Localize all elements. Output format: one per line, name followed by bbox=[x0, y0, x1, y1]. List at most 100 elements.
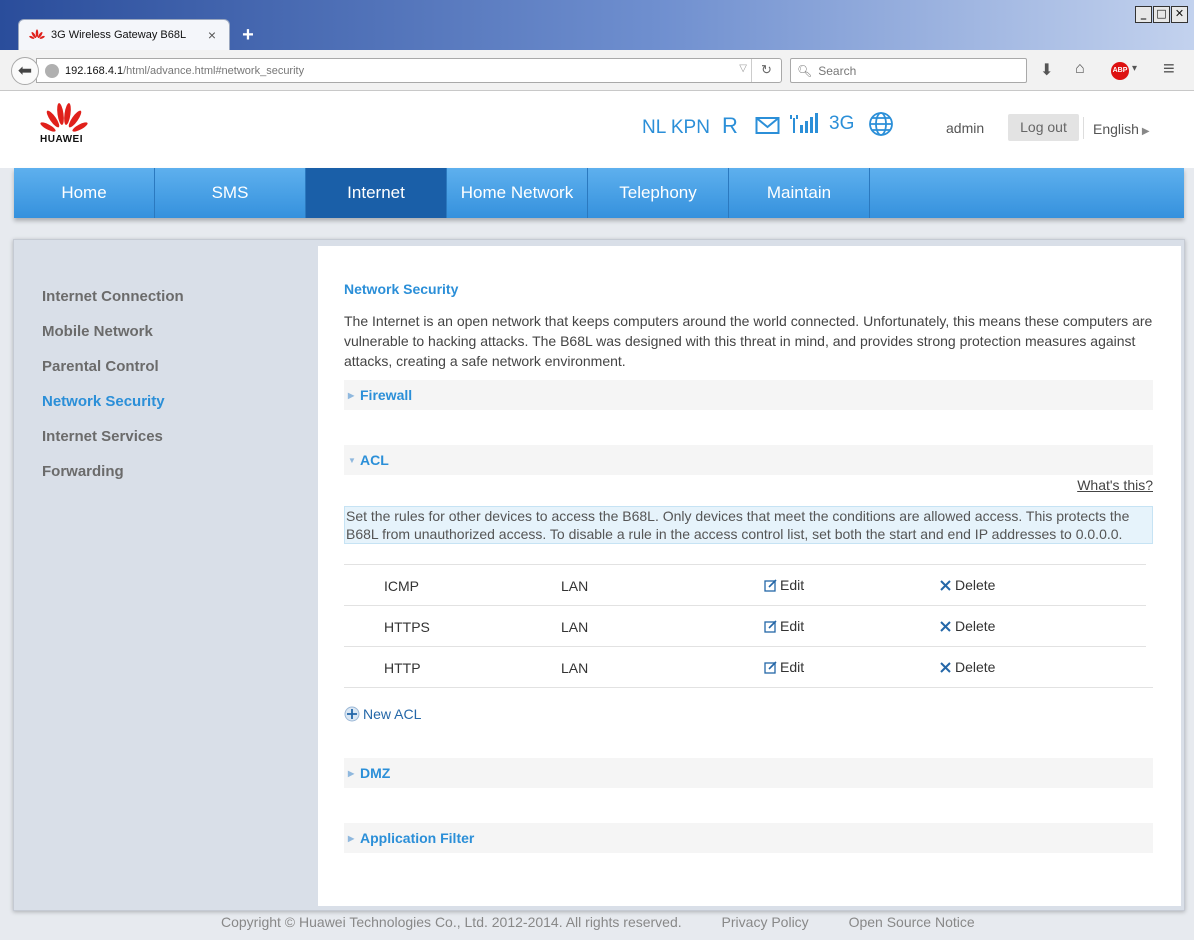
sidebar-item-network-security[interactable]: Network Security bbox=[42, 393, 184, 428]
minimize-button[interactable]: _ bbox=[1135, 6, 1152, 23]
close-window-button[interactable]: ✕ bbox=[1171, 6, 1188, 23]
edit-label: Edit bbox=[780, 618, 805, 634]
page-header: HUAWEI NL KPN R 3G admin Log out English… bbox=[0, 91, 1194, 168]
menu-maintain[interactable]: Maintain bbox=[729, 168, 870, 218]
sidebar-item-forwarding[interactable]: Forwarding bbox=[42, 463, 184, 498]
browser-search-input[interactable]: 🔍︎ Search bbox=[790, 58, 1027, 83]
new-tab-button[interactable]: + bbox=[238, 24, 258, 46]
open-source-notice-link[interactable]: Open Source Notice bbox=[849, 914, 975, 930]
acl-info-box: Set the rules for other devices to acces… bbox=[344, 506, 1153, 544]
site-identity-icon[interactable] bbox=[45, 63, 59, 78]
delete-button[interactable]: Delete bbox=[940, 618, 995, 634]
language-selector[interactable]: English ▶ bbox=[1093, 121, 1150, 137]
table-divider bbox=[344, 687, 1153, 688]
menu-telephony[interactable]: Telephony bbox=[588, 168, 729, 218]
maximize-button[interactable]: □ bbox=[1153, 6, 1170, 23]
menu-internet[interactable]: Internet bbox=[306, 168, 447, 218]
delete-icon bbox=[940, 661, 951, 673]
network-type: 3G bbox=[829, 113, 855, 134]
delete-button[interactable]: Delete bbox=[940, 659, 995, 675]
page-title: Network Security bbox=[344, 281, 459, 297]
delete-icon bbox=[940, 579, 951, 591]
acl-interface: LAN bbox=[561, 660, 589, 676]
edit-button[interactable]: Edit bbox=[764, 577, 804, 593]
url-bar[interactable]: 192.168.4.1/html/advance.html#network_se… bbox=[36, 58, 782, 83]
url-history-dropdown-icon[interactable]: ▽ bbox=[739, 63, 747, 74]
chevron-right-icon: ▶ bbox=[1141, 126, 1150, 137]
delete-label: Delete bbox=[955, 618, 996, 634]
browser-tab[interactable]: 3G Wireless Gateway B68L × bbox=[18, 19, 230, 50]
search-icon: 🔍︎ bbox=[797, 63, 813, 78]
logout-button[interactable]: Log out bbox=[1008, 114, 1079, 141]
edit-icon bbox=[764, 578, 777, 592]
router-page: HUAWEI NL KPN R 3G admin Log out English… bbox=[0, 91, 1194, 940]
url-path: /html/advance.html#network_security bbox=[123, 64, 305, 77]
adblock-dropdown-icon[interactable]: ▾ bbox=[1132, 63, 1137, 74]
delete-button[interactable]: Delete bbox=[940, 577, 995, 593]
sidebar-item-mobile-network[interactable]: Mobile Network bbox=[42, 323, 184, 358]
acl-table: ICMP LAN Edit Delete HTTPS LAN Edit Dele… bbox=[344, 564, 1146, 688]
edit-icon bbox=[764, 619, 777, 633]
collapse-arrow-icon: ▼ bbox=[348, 455, 356, 465]
page-footer: Copyright © Huawei Technologies Co., Ltd… bbox=[221, 914, 1011, 930]
expand-arrow-icon: ▶ bbox=[348, 390, 355, 400]
reload-icon[interactable]: ↻ bbox=[751, 59, 781, 82]
sms-envelope-icon[interactable] bbox=[755, 116, 781, 136]
acl-protocol: HTTP bbox=[384, 660, 421, 676]
dmz-label: DMZ bbox=[360, 765, 391, 781]
tab-title: 3G Wireless Gateway B68L bbox=[51, 29, 187, 41]
window-controls: _ □ ✕ bbox=[1135, 6, 1188, 23]
edit-button[interactable]: Edit bbox=[764, 618, 804, 634]
sidebar: Internet Connection Mobile Network Paren… bbox=[42, 288, 184, 498]
acl-protocol: ICMP bbox=[384, 578, 419, 594]
plus-circle-icon bbox=[344, 706, 360, 722]
expand-arrow-icon: ▶ bbox=[348, 833, 355, 843]
expand-arrow-icon: ▶ bbox=[348, 768, 355, 778]
language-label: English bbox=[1093, 121, 1139, 137]
privacy-policy-link[interactable]: Privacy Policy bbox=[722, 914, 809, 930]
edit-icon bbox=[764, 660, 777, 674]
downloads-icon[interactable]: ⬇ bbox=[1040, 60, 1053, 80]
new-acl-button[interactable]: New ACL bbox=[344, 706, 421, 722]
sidebar-item-internet-connection[interactable]: Internet Connection bbox=[42, 288, 184, 323]
back-button[interactable]: ⬅ bbox=[11, 57, 39, 85]
header-divider bbox=[1083, 117, 1084, 139]
internet-globe-icon bbox=[869, 112, 893, 136]
menu-sms[interactable]: SMS bbox=[155, 168, 306, 218]
huawei-favicon-icon bbox=[29, 29, 45, 39]
menu-home[interactable]: Home bbox=[14, 168, 155, 218]
acl-section-header[interactable]: ▼ ACL bbox=[344, 445, 1153, 475]
new-acl-label: New ACL bbox=[363, 706, 422, 722]
main-menu: Home SMS Internet Home Network Telephony… bbox=[14, 168, 1184, 218]
edit-label: Edit bbox=[780, 659, 805, 675]
sidebar-item-internet-services[interactable]: Internet Services bbox=[42, 428, 184, 463]
tab-close-icon[interactable]: × bbox=[205, 27, 219, 43]
delete-label: Delete bbox=[955, 659, 996, 675]
whats-this-link[interactable]: What's this? bbox=[1077, 477, 1153, 493]
acl-interface: LAN bbox=[561, 619, 589, 635]
home-icon[interactable]: ⌂ bbox=[1075, 60, 1085, 78]
menu-home-network[interactable]: Home Network bbox=[447, 168, 588, 218]
adblock-icon[interactable]: ABP bbox=[1111, 62, 1129, 80]
delete-label: Delete bbox=[955, 577, 996, 593]
roaming-indicator: R bbox=[722, 113, 738, 138]
copyright-text: Copyright © Huawei Technologies Co., Ltd… bbox=[221, 914, 682, 930]
application-filter-label: Application Filter bbox=[360, 830, 475, 846]
search-placeholder: Search bbox=[818, 63, 857, 78]
dmz-section-header[interactable]: ▶ DMZ bbox=[344, 758, 1153, 788]
firewall-section-header[interactable]: ▶ Firewall bbox=[344, 380, 1153, 410]
page-description: The Internet is an open network that kee… bbox=[344, 313, 1153, 369]
url-host: 192.168.4.1 bbox=[65, 64, 124, 77]
sidebar-item-parental-control[interactable]: Parental Control bbox=[42, 358, 184, 393]
delete-icon bbox=[940, 620, 951, 632]
application-filter-section-header[interactable]: ▶ Application Filter bbox=[344, 823, 1153, 853]
table-row: ICMP LAN Edit Delete bbox=[344, 565, 1146, 606]
firewall-label: Firewall bbox=[360, 387, 413, 403]
edit-button[interactable]: Edit bbox=[764, 659, 804, 675]
current-user: admin bbox=[946, 120, 985, 136]
acl-label: ACL bbox=[360, 452, 389, 468]
table-row: HTTP LAN Edit Delete bbox=[344, 647, 1146, 688]
browser-menu-icon[interactable]: ≡ bbox=[1163, 58, 1175, 81]
edit-label: Edit bbox=[780, 577, 805, 593]
operator-name: NL KPN bbox=[642, 117, 710, 138]
